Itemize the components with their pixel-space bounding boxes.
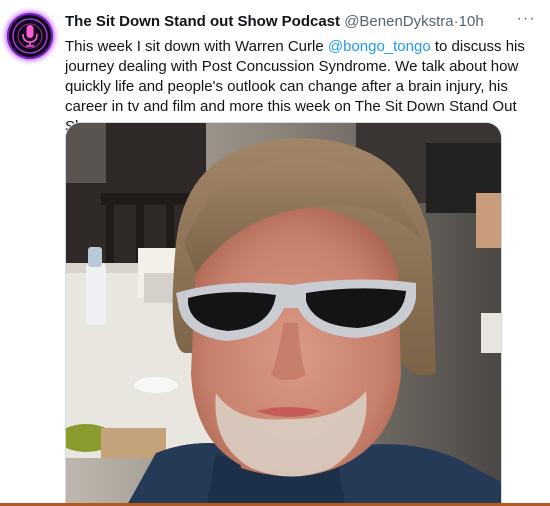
timestamp[interactable]: 10h	[459, 13, 484, 30]
display-name[interactable]: The Sit Down Stand out Show Podcast	[65, 13, 340, 30]
selfie-photo	[66, 123, 501, 506]
more-options-button[interactable]: ···	[514, 10, 538, 30]
tweet[interactable]: The Sit Down Stand out Show Podcast @Ben…	[0, 0, 550, 506]
tweet-photo[interactable]	[65, 122, 502, 506]
user-handle[interactable]: @BenenDykstra	[344, 13, 453, 30]
avatar[interactable]	[7, 13, 53, 59]
tweet-header: The Sit Down Stand out Show Podcast @Ben…	[65, 13, 520, 33]
tweet-text-part: This week I sit down with Warren Curle	[65, 38, 328, 55]
mention-link[interactable]: @bongo_tongo	[328, 38, 431, 55]
microphone-icon	[12, 18, 48, 54]
